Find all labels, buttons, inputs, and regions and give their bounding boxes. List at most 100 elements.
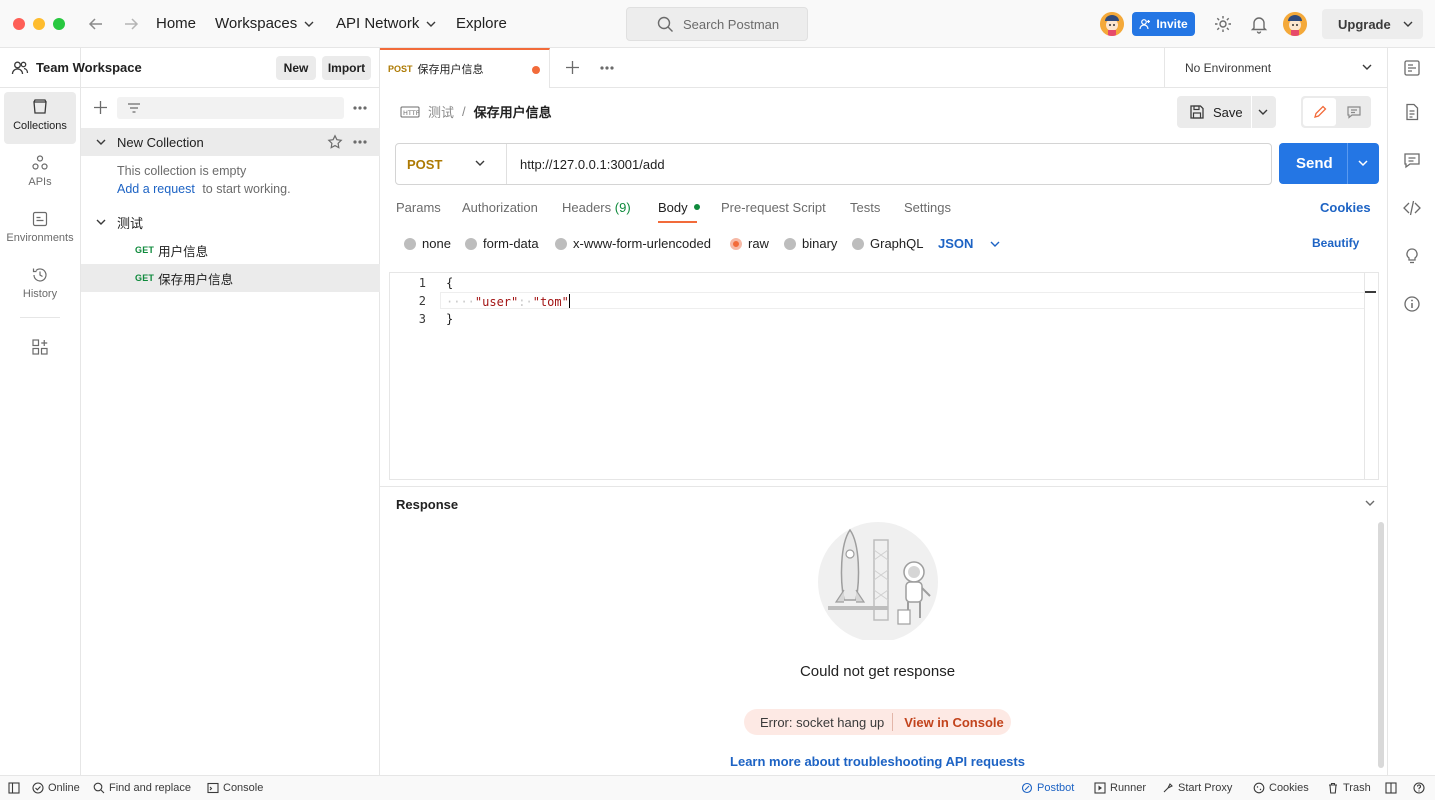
add-request-link[interactable]: Add a request xyxy=(117,182,195,196)
body-code-editor[interactable]: 1 2 3 { ····"user":·"tom" } xyxy=(389,272,1379,480)
tab-more-options-icon[interactable] xyxy=(600,65,614,71)
related-collections-bulb-icon[interactable] xyxy=(1402,246,1422,266)
new-tab-plus-icon[interactable] xyxy=(565,60,580,75)
environment-quick-look-icon[interactable] xyxy=(1402,58,1422,78)
window-zoom-button[interactable] xyxy=(53,18,65,30)
explore-link[interactable]: Explore xyxy=(456,15,507,32)
window-minimize-button[interactable] xyxy=(33,18,45,30)
rail-item-environments[interactable]: Environments xyxy=(4,204,76,256)
method-select[interactable]: POST xyxy=(396,144,507,184)
tab-tests[interactable]: Tests xyxy=(850,200,880,215)
layout-toggle-icon[interactable] xyxy=(1385,782,1397,794)
rail-item-collections[interactable]: Collections xyxy=(4,92,76,144)
more-options-icon[interactable] xyxy=(353,105,367,111)
send-button[interactable]: Send xyxy=(1279,143,1379,184)
body-type-graphql[interactable]: GraphQL xyxy=(852,236,923,251)
configure-workbench-icon[interactable] xyxy=(31,338,49,356)
tab-save-user-info[interactable]: POST 保存用户信息 xyxy=(380,48,550,88)
body-type-urlencoded[interactable]: x-www-form-urlencoded xyxy=(555,236,711,251)
trash-button[interactable]: Trash xyxy=(1327,782,1371,794)
code-line: { xyxy=(446,276,454,290)
api-network-menu[interactable]: API Network xyxy=(336,15,437,32)
body-type-binary[interactable]: binary xyxy=(784,236,837,251)
collections-icon xyxy=(31,98,49,116)
view-in-console-link[interactable]: View in Console xyxy=(904,715,1003,730)
team-avatar[interactable] xyxy=(1100,12,1124,36)
save-button[interactable]: Save xyxy=(1177,96,1276,128)
add-collection-icon[interactable] xyxy=(93,100,108,115)
environment-select[interactable]: No Environment xyxy=(1164,48,1387,88)
response-scrollbar[interactable] xyxy=(1378,522,1384,768)
request-item-save-user-info[interactable]: GET 保存用户信息 xyxy=(81,264,380,292)
postbot-button[interactable]: Postbot xyxy=(1021,782,1074,794)
find-replace-button[interactable]: Find and replace xyxy=(93,782,191,794)
response-title: Response xyxy=(396,497,459,512)
body-type-raw[interactable]: raw xyxy=(730,236,769,251)
radio-button xyxy=(465,237,477,250)
tab-headers[interactable]: Headers (9) xyxy=(562,200,631,215)
tab-pre-request-script[interactable]: Pre-request Script xyxy=(721,200,826,215)
edit-mode-button[interactable] xyxy=(1303,98,1336,126)
import-button[interactable]: Import xyxy=(322,56,371,80)
tab-body[interactable]: Body xyxy=(658,200,701,215)
astronaut-rocket-illustration xyxy=(808,520,948,640)
body-type-none[interactable]: none xyxy=(404,236,451,251)
language-select[interactable]: JSON xyxy=(938,236,1001,251)
chevron-down-icon[interactable] xyxy=(1364,497,1376,509)
documentation-icon[interactable] xyxy=(1402,102,1422,122)
code-line: ····"user":·"tom" xyxy=(446,294,570,309)
chevron-down-icon[interactable] xyxy=(1257,106,1269,118)
user-avatar[interactable] xyxy=(1283,12,1307,36)
breadcrumb-current[interactable]: 保存用户信息 xyxy=(474,102,552,121)
star-icon[interactable] xyxy=(327,134,343,150)
new-button[interactable]: New xyxy=(276,56,316,80)
editor-scrollbar[interactable] xyxy=(1364,273,1365,479)
toggle-sidebar-icon[interactable] xyxy=(8,782,20,794)
start-proxy-button[interactable]: Start Proxy xyxy=(1162,782,1232,794)
search-input[interactable]: Search Postman xyxy=(626,7,808,41)
radio-button xyxy=(404,237,416,250)
invite-button[interactable]: Invite xyxy=(1132,12,1195,36)
console-button[interactable]: Console xyxy=(207,782,263,794)
body-type-form-data[interactable]: form-data xyxy=(465,236,539,251)
url-input[interactable]: http://127.0.0.1:3001/add xyxy=(520,157,665,172)
status-bar: Online Find and replace Console Postbot … xyxy=(0,775,1435,800)
home-link[interactable]: Home xyxy=(156,15,196,32)
beautify-link[interactable]: Beautify xyxy=(1312,236,1359,250)
code-icon[interactable] xyxy=(1402,198,1422,218)
tab-authorization[interactable]: Authorization xyxy=(462,200,538,215)
more-options-icon[interactable] xyxy=(353,139,367,145)
tab-settings[interactable]: Settings xyxy=(904,200,951,215)
unsaved-dot xyxy=(532,66,540,74)
no-response-message: Could not get response xyxy=(799,663,956,680)
chevron-down-icon xyxy=(425,18,437,30)
window-close-button[interactable] xyxy=(13,18,25,30)
settings-gear-icon[interactable] xyxy=(1213,14,1233,34)
rail-item-history[interactable]: History xyxy=(4,260,76,312)
collection-test[interactable]: 测试 xyxy=(81,208,380,236)
breadcrumb-parent[interactable]: 测试 xyxy=(428,102,454,121)
runner-button[interactable]: Runner xyxy=(1094,782,1146,794)
line-number: 3 xyxy=(418,312,426,326)
collection-new-collection[interactable]: New Collection xyxy=(81,128,380,156)
cookies-link[interactable]: Cookies xyxy=(1320,200,1371,215)
comments-icon[interactable] xyxy=(1402,150,1422,170)
back-arrow-icon[interactable] xyxy=(86,14,106,34)
help-icon[interactable] xyxy=(1413,782,1425,794)
workspaces-menu[interactable]: Workspaces xyxy=(215,15,315,32)
cookies-button[interactable]: Cookies xyxy=(1253,782,1309,794)
request-item-user-info[interactable]: GET 用户信息 xyxy=(81,236,380,264)
workspace-name: Team Workspace xyxy=(36,60,142,75)
chevron-down-icon[interactable] xyxy=(1356,156,1370,170)
rail-item-apis[interactable]: APIs xyxy=(4,148,76,200)
filter-input[interactable] xyxy=(117,97,344,119)
tab-params[interactable]: Params xyxy=(396,200,441,215)
info-icon[interactable] xyxy=(1402,294,1422,314)
forward-arrow-icon[interactable] xyxy=(121,14,141,34)
notification-bell-icon[interactable] xyxy=(1249,14,1269,34)
upgrade-button[interactable]: Upgrade xyxy=(1322,9,1423,39)
comment-mode-button[interactable] xyxy=(1339,98,1369,126)
online-status[interactable]: Online xyxy=(32,782,80,794)
rail-divider xyxy=(20,317,60,318)
code-line: } xyxy=(446,312,454,326)
